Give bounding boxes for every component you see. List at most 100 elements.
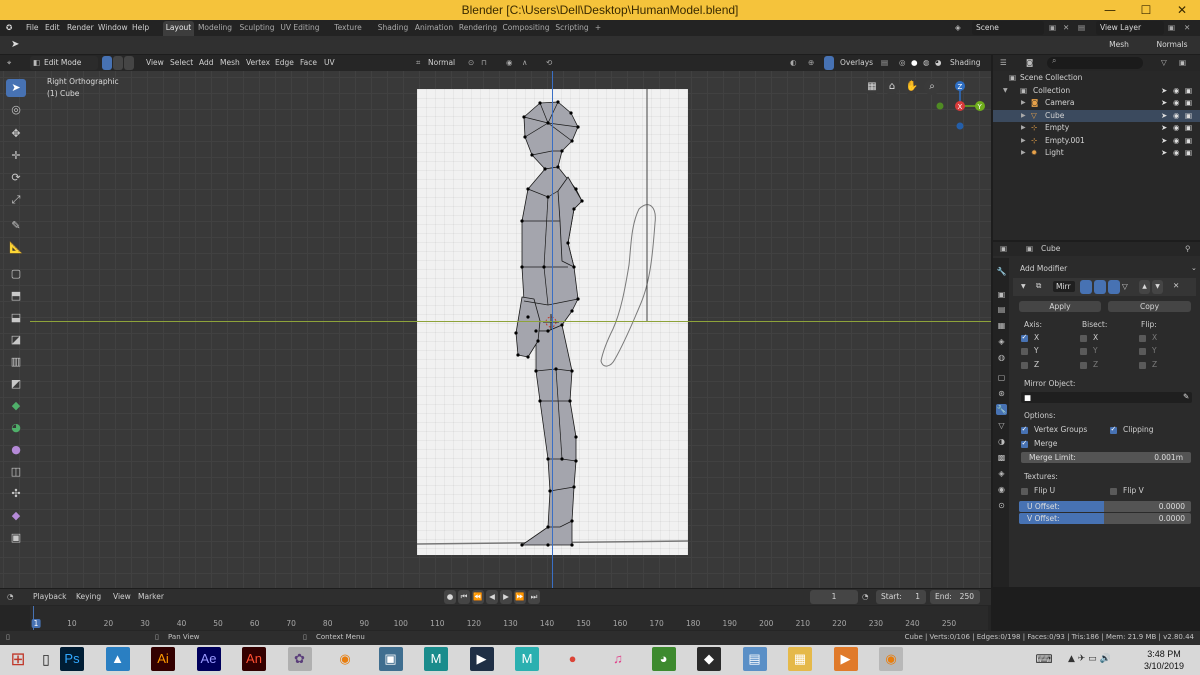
spin-tool-icon[interactable]: ◕: [6, 419, 26, 437]
visibility-toggle-icon[interactable]: ◉: [1173, 147, 1180, 159]
timeline-ruler[interactable]: 1 10 20 30 40 50 60 70 80 90 100 110 120 130 140 150 160…: [30, 606, 988, 630]
human-mesh[interactable]: [0, 71, 991, 588]
keyboard-icon[interactable]: ⌨: [1032, 647, 1056, 671]
render-toggle-icon[interactable]: ▣: [1185, 147, 1192, 159]
vertex-groups-checkbox[interactable]: [1021, 425, 1028, 434]
move-tool-icon[interactable]: ✥: [6, 125, 26, 143]
particles-tab-icon[interactable]: ▽: [996, 420, 1007, 431]
menu-face[interactable]: Face: [300, 57, 317, 69]
system-tray-icons[interactable]: ▲ ✈ ▭ 🔊: [1068, 654, 1111, 664]
render-toggle[interactable]: [1108, 280, 1120, 294]
select-toggle-icon[interactable]: ➤: [1161, 122, 1167, 134]
new-collection-icon[interactable]: ▣: [1179, 57, 1186, 69]
expand-arrow-icon[interactable]: ▶: [1021, 110, 1026, 122]
visibility-toggle-icon[interactable]: ◉: [1173, 110, 1180, 122]
outliner-item[interactable]: ▶ ✹ Light ➤ ◉ ▣: [993, 147, 1200, 159]
rip-tool-icon[interactable]: ▣: [6, 529, 26, 547]
outliner-item[interactable]: ▶ ◙ Camera ➤ ◉ ▣: [993, 97, 1200, 109]
flip-v-checkbox[interactable]: [1110, 488, 1117, 495]
flip-y-checkbox[interactable]: [1139, 348, 1146, 355]
texture-tab-icon[interactable]: ◉: [996, 484, 1007, 495]
scene-selector[interactable]: Scene: [972, 21, 1044, 35]
toggle-camera-view-icon[interactable]: ▦: [864, 79, 880, 95]
select-toggle-icon[interactable]: ➤: [1161, 97, 1167, 109]
shear-tool-icon[interactable]: ◆: [6, 507, 26, 525]
edge-select-button[interactable]: [113, 56, 123, 70]
cursor-tool-icon[interactable]: ➤: [11, 39, 19, 51]
play-button[interactable]: ▶: [500, 590, 512, 604]
translate-tool-icon[interactable]: ✛: [6, 147, 26, 165]
outliner-editor-icon[interactable]: ☰: [1000, 57, 1007, 69]
eyedropper-icon[interactable]: ✎: [1183, 392, 1189, 402]
u-offset-field[interactable]: U Offset: 0.0000: [1019, 501, 1191, 512]
add-cube-tool-icon[interactable]: ▢: [6, 265, 26, 283]
loop-cut-tool-icon[interactable]: ▥: [6, 353, 26, 371]
navigation-gizmo[interactable]: Z X Y: [930, 76, 990, 134]
clock[interactable]: 3:48 PM 3/10/2019: [1140, 648, 1188, 672]
xray-toggle-icon[interactable]: ⟲: [546, 57, 552, 69]
snap-icon[interactable]: ⊓: [481, 57, 487, 69]
window-app-icon[interactable]: ▣: [378, 647, 403, 671]
end-frame-field[interactable]: End: 250: [930, 590, 980, 604]
tab-layout[interactable]: Layout: [163, 21, 194, 36]
preview-range-icon[interactable]: ◔: [862, 591, 869, 603]
render-toggle-icon[interactable]: ▣: [1185, 85, 1192, 97]
rotate-tool-icon[interactable]: ⟳: [6, 169, 26, 187]
maximize-button[interactable]: ☐: [1128, 0, 1164, 20]
add-workspace-button[interactable]: +: [592, 21, 604, 36]
remove-modifier-icon[interactable]: ✕: [1173, 281, 1179, 291]
visibility-toggle-icon[interactable]: ◉: [1173, 85, 1180, 97]
chrome-icon[interactable]: ●: [560, 647, 585, 671]
menu-uv[interactable]: UV: [324, 57, 335, 69]
illustrator-icon[interactable]: Ai: [151, 647, 175, 671]
copy-button[interactable]: Copy: [1108, 301, 1191, 312]
tab-sculpting[interactable]: Sculpting: [237, 21, 277, 36]
modifier-name-field[interactable]: Mirr: [1053, 281, 1075, 292]
overlays-dropdown[interactable]: Overlays: [840, 57, 873, 69]
delete-view-layer-icon[interactable]: ✕: [1184, 22, 1190, 34]
bevel-tool-icon[interactable]: ◪: [6, 331, 26, 349]
object-tab-icon[interactable]: ▢: [996, 372, 1007, 383]
world-tab-icon[interactable]: ◍: [996, 352, 1007, 363]
bisect-x-checkbox[interactable]: [1080, 335, 1087, 342]
expand-arrow-icon[interactable]: ▶: [1021, 122, 1026, 134]
modifier-tab-icon[interactable]: 🔧: [996, 404, 1007, 415]
extrude-tool-icon[interactable]: ⬒: [6, 287, 26, 305]
unity-icon[interactable]: ◆: [697, 647, 721, 671]
menu-edge[interactable]: Edge: [275, 57, 294, 69]
search-taskbar-icon[interactable]: ▯: [34, 647, 58, 671]
cage-icon[interactable]: ▽: [1122, 282, 1128, 292]
move-up-button[interactable]: ▲: [1139, 280, 1150, 294]
rendered-shading-icon[interactable]: ◕: [935, 57, 942, 69]
menu-timeline-view[interactable]: View: [113, 591, 131, 603]
orientation-dropdown[interactable]: Normal: [428, 57, 455, 69]
solid-shading-icon[interactable]: ●: [911, 57, 918, 69]
photoshop-icon[interactable]: Ps: [60, 647, 84, 671]
physics-tab-icon[interactable]: ◑: [996, 436, 1007, 447]
tab-uv-editing[interactable]: UV Editing: [280, 21, 320, 36]
scene-tab-icon[interactable]: ◈: [996, 336, 1007, 347]
view-layer-selector[interactable]: View Layer: [1096, 21, 1164, 35]
new-view-layer-icon[interactable]: ▣: [1168, 22, 1175, 34]
windows-start-icon[interactable]: ⊞: [6, 647, 30, 671]
menu-vertex[interactable]: Vertex: [246, 57, 270, 69]
flip-u-checkbox[interactable]: [1021, 488, 1028, 495]
render-toggle-icon[interactable]: ▣: [1185, 135, 1192, 147]
edge-slide-tool-icon[interactable]: ◫: [6, 463, 26, 481]
autodesk-icon[interactable]: ▲: [105, 647, 130, 671]
realtime-toggle[interactable]: [1094, 280, 1106, 294]
mesh-options-dropdown[interactable]: Mesh Options: [1094, 38, 1144, 63]
wireframe-shading-icon[interactable]: ◎: [899, 57, 906, 69]
outliner-item[interactable]: ▶ ⊹ Empty.001 ➤ ◉ ▣: [993, 135, 1200, 147]
render-toggle-icon[interactable]: ▣: [1185, 122, 1192, 134]
add-modifier-chevron-icon[interactable]: ⌄: [1191, 263, 1197, 273]
visibility-icon[interactable]: ◐: [790, 57, 797, 69]
folder-icon[interactable]: ▦: [788, 647, 812, 671]
tool-tab-icon[interactable]: 🔧: [996, 266, 1007, 277]
expand-arrow-icon[interactable]: ▶: [1021, 147, 1026, 159]
expand-arrow-icon[interactable]: ▶: [1021, 135, 1026, 147]
knife-tool-icon[interactable]: ◩: [6, 375, 26, 393]
falloff-icon[interactable]: ∧: [522, 57, 528, 69]
menu-select[interactable]: Select: [170, 57, 193, 69]
timeline-editor-icon[interactable]: ◔: [7, 591, 14, 603]
